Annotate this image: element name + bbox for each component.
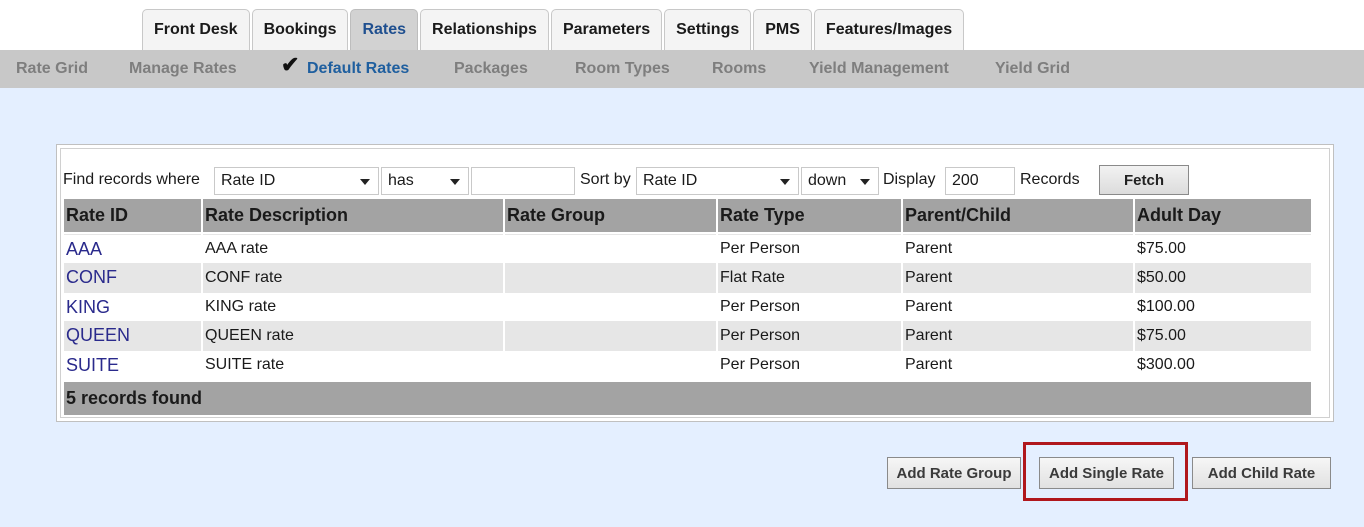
filter-row: Find records where Rate ID has Sort by R… <box>61 165 1329 197</box>
main-tabs: Front Desk Bookings Rates Relationships … <box>142 9 966 50</box>
subnav-room-types[interactable]: Room Types <box>575 50 670 88</box>
tab-parameters[interactable]: Parameters <box>550 9 663 50</box>
chevron-down-icon <box>780 179 790 185</box>
fetch-button[interactable]: Fetch <box>1099 165 1189 195</box>
column-header-rate-description[interactable]: Rate Description <box>203 199 503 234</box>
tab-settings[interactable]: Settings <box>664 9 752 50</box>
rate-type-cell: Per Person <box>718 234 901 263</box>
subnav-yield-management[interactable]: Yield Management <box>809 50 949 88</box>
parent-child-cell: Parent <box>903 234 1133 263</box>
adult-day-cell: $75.00 <box>1135 321 1311 350</box>
chevron-down-icon <box>360 179 370 185</box>
operator-select-value: has <box>388 172 414 189</box>
table-row: AAA AAA rate Per Person Parent $75.00 <box>64 234 1311 263</box>
rate-group-cell <box>505 350 716 379</box>
column-header-adult-day[interactable]: Adult Day <box>1135 199 1311 234</box>
rate-group-cell <box>505 321 716 350</box>
table-footer-row: 5 records found <box>64 379 1311 415</box>
rates-table: Rate ID Rate Description Rate Group Rate… <box>62 199 1313 415</box>
operator-select[interactable]: has <box>381 167 469 195</box>
rate-type-cell: Per Person <box>718 321 901 350</box>
rate-id-link[interactable]: SUITE <box>64 350 201 379</box>
subnav-rooms[interactable]: Rooms <box>712 50 766 88</box>
tab-pms[interactable]: PMS <box>753 9 812 50</box>
table-row: CONF CONF rate Flat Rate Parent $50.00 <box>64 263 1311 292</box>
tab-relationships[interactable]: Relationships <box>420 9 549 50</box>
sort-direction-select[interactable]: down <box>801 167 879 195</box>
column-header-rate-group[interactable]: Rate Group <box>505 199 716 234</box>
display-count-input[interactable] <box>945 167 1015 195</box>
column-header-parent-child[interactable]: Parent/Child <box>903 199 1133 234</box>
search-input[interactable] <box>471 167 575 195</box>
rate-description-cell: KING rate <box>203 292 503 321</box>
rate-type-cell: Per Person <box>718 350 901 379</box>
table-row: QUEEN QUEEN rate Per Person Parent $75.0… <box>64 321 1311 350</box>
top-tab-area: Front Desk Bookings Rates Relationships … <box>0 0 1364 50</box>
adult-day-cell: $50.00 <box>1135 263 1311 292</box>
column-header-rate-type[interactable]: Rate Type <box>718 199 901 234</box>
rate-group-cell <box>505 263 716 292</box>
tab-bookings[interactable]: Bookings <box>251 9 349 50</box>
records-panel: Find records where Rate ID has Sort by R… <box>56 144 1334 422</box>
sort-field-select-value: Rate ID <box>643 172 698 189</box>
add-child-rate-button[interactable]: Add Child Rate <box>1192 457 1331 489</box>
table-row: SUITE SUITE rate Per Person Parent $300.… <box>64 350 1311 379</box>
display-label: Display <box>883 171 936 188</box>
adult-day-cell: $300.00 <box>1135 350 1311 379</box>
rate-description-cell: QUEEN rate <box>203 321 503 350</box>
find-label: Find records where <box>63 171 200 188</box>
chevron-down-icon <box>450 179 460 185</box>
parent-child-cell: Parent <box>903 263 1133 292</box>
records-panel-inner: Find records where Rate ID has Sort by R… <box>60 148 1330 418</box>
tab-features-images[interactable]: Features/Images <box>813 9 965 50</box>
rate-id-link[interactable]: CONF <box>64 263 201 292</box>
table-row: KING KING rate Per Person Parent $100.00 <box>64 292 1311 321</box>
chevron-down-icon <box>860 179 870 185</box>
rate-description-cell: CONF rate <box>203 263 503 292</box>
table-header-row: Rate ID Rate Description Rate Group Rate… <box>64 199 1311 234</box>
rate-group-cell <box>505 234 716 263</box>
sort-field-select[interactable]: Rate ID <box>636 167 799 195</box>
adult-day-cell: $75.00 <box>1135 234 1311 263</box>
parent-child-cell: Parent <box>903 292 1133 321</box>
checkmark-icon: ✔ <box>281 52 300 77</box>
subnav-default-rates[interactable]: Default Rates <box>307 50 409 88</box>
tab-front-desk[interactable]: Front Desk <box>142 9 250 50</box>
column-header-rate-id[interactable]: Rate ID <box>64 199 201 234</box>
sort-label: Sort by <box>580 171 631 188</box>
rate-group-cell <box>505 292 716 321</box>
add-rate-group-button[interactable]: Add Rate Group <box>887 457 1021 489</box>
rate-description-cell: AAA rate <box>203 234 503 263</box>
sort-direction-select-value: down <box>808 172 847 189</box>
rate-type-cell: Flat Rate <box>718 263 901 292</box>
parent-child-cell: Parent <box>903 321 1133 350</box>
subnav-packages[interactable]: Packages <box>454 50 528 88</box>
sub-navigation: Rate Grid Manage Rates Default Rates Pac… <box>0 50 1364 88</box>
tab-rates[interactable]: Rates <box>350 9 419 50</box>
adult-day-cell: $100.00 <box>1135 292 1311 321</box>
field-select[interactable]: Rate ID <box>214 167 379 195</box>
rate-id-link[interactable]: QUEEN <box>64 321 201 350</box>
rate-type-cell: Per Person <box>718 292 901 321</box>
subnav-yield-grid[interactable]: Yield Grid <box>995 50 1070 88</box>
parent-child-cell: Parent <box>903 350 1133 379</box>
highlight-box <box>1023 442 1188 501</box>
subnav-rate-grid[interactable]: Rate Grid <box>16 50 88 88</box>
subnav-manage-rates[interactable]: Manage Rates <box>129 50 237 88</box>
rate-description-cell: SUITE rate <box>203 350 503 379</box>
field-select-value: Rate ID <box>221 172 276 189</box>
rate-id-link[interactable]: KING <box>64 292 201 321</box>
records-found-text: 5 records found <box>64 379 1311 415</box>
records-label: Records <box>1020 171 1080 188</box>
rate-id-link[interactable]: AAA <box>64 234 201 263</box>
